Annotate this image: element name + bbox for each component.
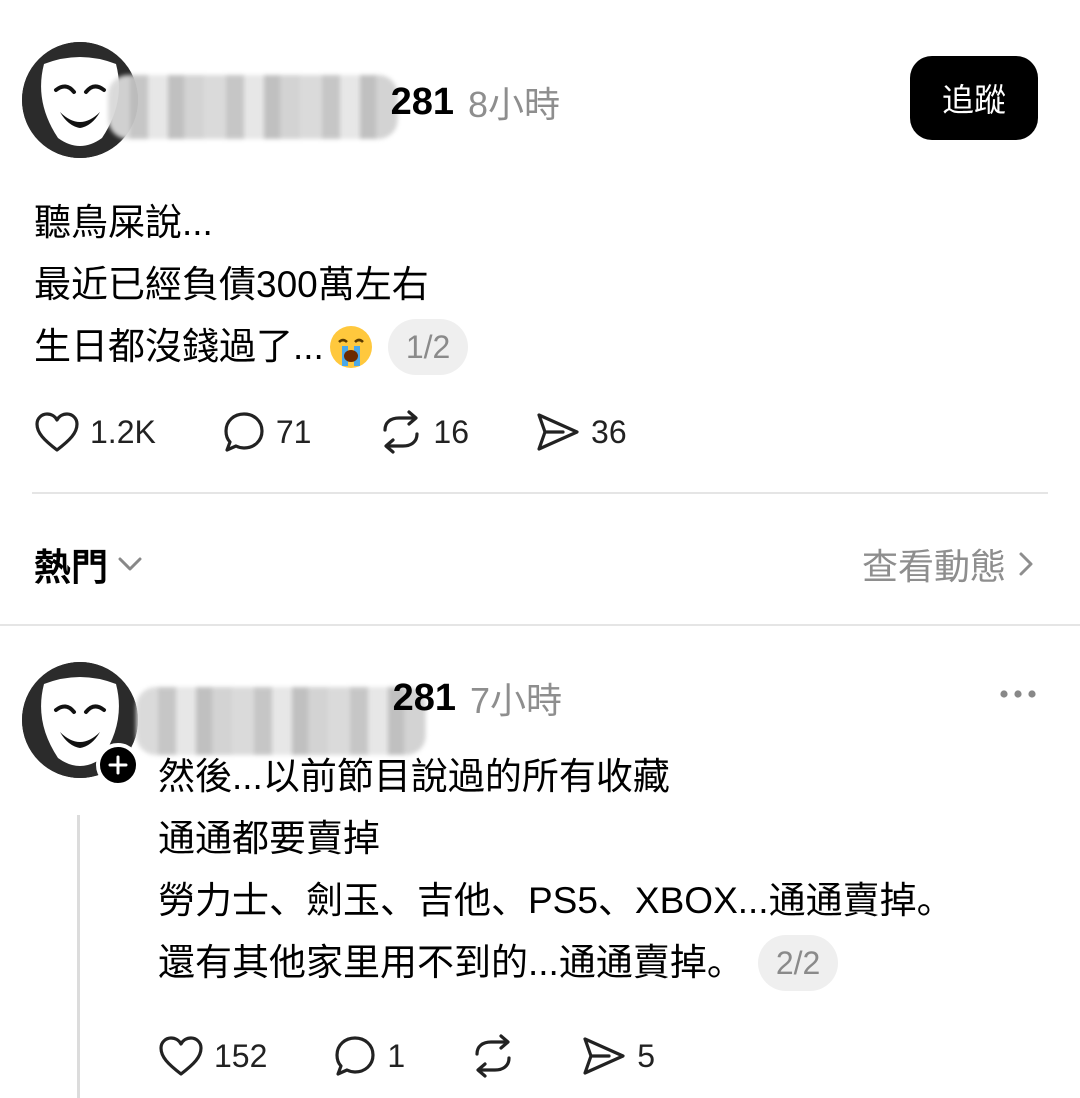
post-line-1: 聽鳥屎說... (34, 202, 213, 243)
reply-line-2: 通通都要賣掉 (158, 818, 380, 859)
post-line-3: 生日都沒錢過了... 1/2 (34, 316, 469, 378)
speech-bubble-icon (224, 412, 264, 452)
heart-icon (159, 1036, 203, 1076)
reply-repost-button[interactable] (471, 1034, 515, 1078)
post-line-3-text: 生日都沒錢過了... (34, 326, 324, 367)
post-header: 281 8小時 (108, 72, 561, 139)
view-activity-link[interactable]: 查看動態 (862, 538, 1034, 590)
heart-icon (35, 412, 79, 452)
reply-comment-count: 1 (387, 1037, 406, 1074)
chevron-down-icon (118, 557, 142, 571)
share-count: 36 (591, 413, 627, 450)
speech-bubble-icon (335, 1036, 375, 1076)
chevron-right-icon (1019, 552, 1033, 576)
reply-actions: 152 1 5 (158, 1026, 655, 1086)
post-username[interactable]: 281 (108, 74, 454, 139)
crying-face-icon (328, 324, 374, 370)
more-dots-icon (1000, 690, 1036, 698)
share-button[interactable]: 36 (535, 411, 627, 453)
like-count: 1.2K (90, 413, 156, 450)
thread-page-indicator: 1/2 (387, 319, 469, 375)
repost-icon (383, 410, 420, 454)
follow-plus-button[interactable] (96, 743, 140, 787)
reply-line-4-text: 還有其他家里用不到的...通通賣掉。 (158, 942, 744, 983)
reply-username[interactable]: 281 (136, 676, 456, 755)
post-divider (32, 492, 1048, 494)
thread-page-indicator: 2/2 (757, 935, 839, 991)
thread-connector-line (77, 815, 80, 1098)
more-options-button[interactable] (996, 676, 1040, 712)
username-redaction (108, 74, 398, 139)
post-line-2: 最近已經負債300萬左右 (34, 264, 429, 305)
section-divider (0, 624, 1080, 626)
post-body: 聽鳥屎說... 最近已經負債300萬左右 生日都沒錢過了... 1/2 (34, 192, 469, 378)
repost-button[interactable]: 16 (379, 410, 469, 454)
comment-count: 71 (275, 413, 312, 450)
reply-header: 281 7小時 (136, 668, 563, 755)
paper-plane-icon (583, 1037, 625, 1075)
post-timestamp: 8小時 (468, 84, 561, 125)
reply-line-1: 然後...以前節目說過的所有收藏 (158, 756, 670, 797)
reply-like-count: 152 (214, 1037, 268, 1074)
like-button[interactable]: 1.2K (34, 411, 156, 453)
reply-comment-button[interactable]: 1 (333, 1034, 405, 1078)
view-activity-label: 查看動態 (861, 546, 1006, 587)
reply-line-3: 勞力士、劍玉、吉他、PS5、XBOX...通通賣掉。 (158, 880, 954, 921)
reply-like-button[interactable]: 152 (158, 1035, 267, 1077)
sort-label: 熱門 (34, 547, 108, 588)
repost-count: 16 (433, 413, 470, 450)
post-actions: 1.2K 71 16 36 (34, 402, 627, 462)
repost-icon (475, 1034, 511, 1078)
reply-share-count: 5 (637, 1037, 655, 1074)
plus-icon (108, 755, 128, 775)
reply-line-4: 還有其他家里用不到的...通通賣掉。 2/2 (158, 932, 954, 994)
reply-username-suffix: 281 (392, 676, 456, 719)
reply-timestamp: 7小時 (470, 680, 563, 721)
sort-dropdown[interactable]: 熱門 (34, 537, 144, 591)
post-username-suffix: 281 (390, 80, 454, 123)
reply-share-button[interactable]: 5 (581, 1035, 655, 1077)
replies-header: 熱門 查看動態 (34, 534, 1034, 594)
username-redaction (136, 686, 426, 755)
follow-button[interactable]: 追蹤 (910, 56, 1038, 140)
reply-body: 然後...以前節目說過的所有收藏 通通都要賣掉 勞力士、劍玉、吉他、PS5、XB… (158, 746, 954, 994)
comment-button[interactable]: 71 (222, 410, 312, 454)
paper-plane-icon (537, 413, 579, 451)
